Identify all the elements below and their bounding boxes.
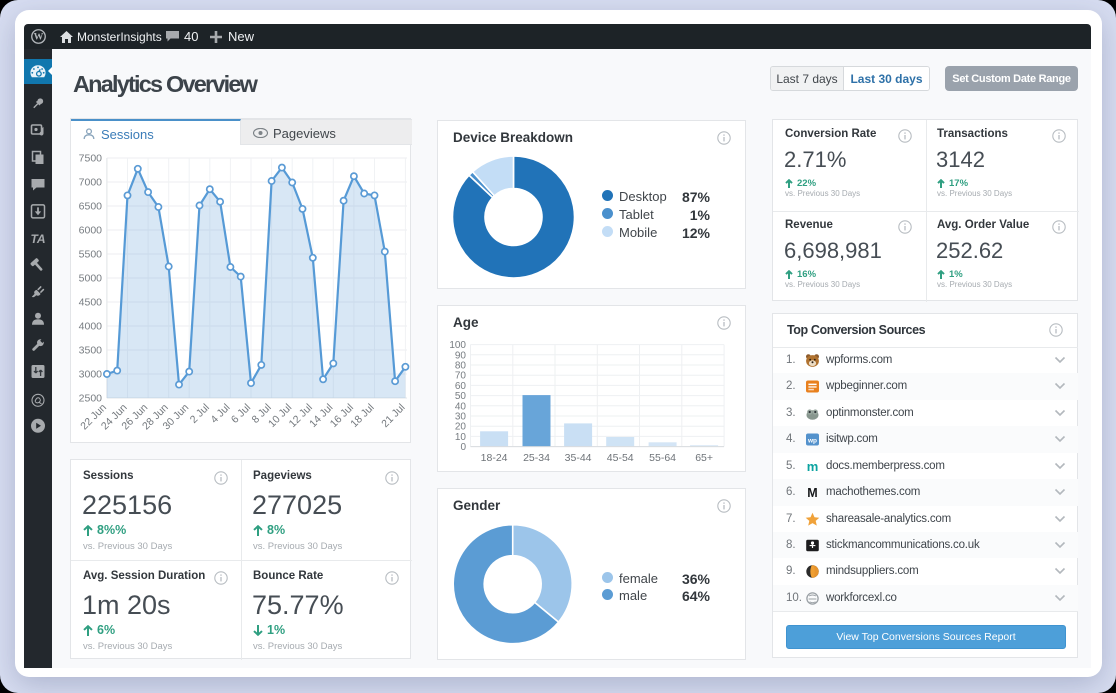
svg-text:6000: 6000 — [79, 225, 103, 237]
svg-text:70: 70 — [455, 371, 467, 382]
svg-text:m: m — [807, 459, 819, 474]
svg-text:wp: wp — [807, 438, 817, 445]
svg-text:55-64: 55-64 — [649, 452, 676, 464]
svg-text:60: 60 — [455, 381, 467, 392]
svg-text:35-44: 35-44 — [565, 452, 592, 464]
svg-text:7000: 7000 — [79, 177, 103, 189]
svg-text:18-24: 18-24 — [481, 452, 508, 464]
svg-text:80: 80 — [455, 361, 467, 372]
svg-text:4 Jul: 4 Jul — [208, 402, 232, 426]
svg-text:2 Jul: 2 Jul — [188, 402, 212, 426]
svg-text:4000: 4000 — [79, 321, 103, 333]
svg-text:4500: 4500 — [79, 297, 103, 309]
svg-text:TA: TA — [30, 232, 45, 246]
svg-text:25-34: 25-34 — [523, 452, 550, 464]
svg-text:65+: 65+ — [695, 452, 713, 464]
svg-text:30: 30 — [455, 412, 467, 423]
svg-text:6 Jul: 6 Jul — [229, 402, 253, 426]
svg-text:18 Jul: 18 Jul — [348, 402, 376, 430]
svg-text:W: W — [34, 32, 44, 43]
svg-text:3500: 3500 — [79, 345, 103, 357]
svg-text:10: 10 — [455, 432, 467, 443]
svg-text:7500: 7500 — [79, 153, 103, 165]
svg-text:M: M — [807, 486, 817, 500]
svg-text:50: 50 — [455, 391, 467, 402]
svg-text:90: 90 — [455, 350, 467, 361]
svg-text:3000: 3000 — [79, 369, 103, 381]
svg-text:45-54: 45-54 — [607, 452, 634, 464]
svg-text:5500: 5500 — [79, 249, 103, 261]
svg-text:5000: 5000 — [79, 273, 103, 285]
svg-text:0: 0 — [460, 442, 466, 453]
svg-text:100: 100 — [449, 340, 466, 351]
svg-text:20: 20 — [455, 422, 467, 433]
svg-text:40: 40 — [455, 401, 467, 412]
svg-text:6500: 6500 — [79, 201, 103, 213]
svg-text:21 Jul: 21 Jul — [379, 402, 407, 430]
